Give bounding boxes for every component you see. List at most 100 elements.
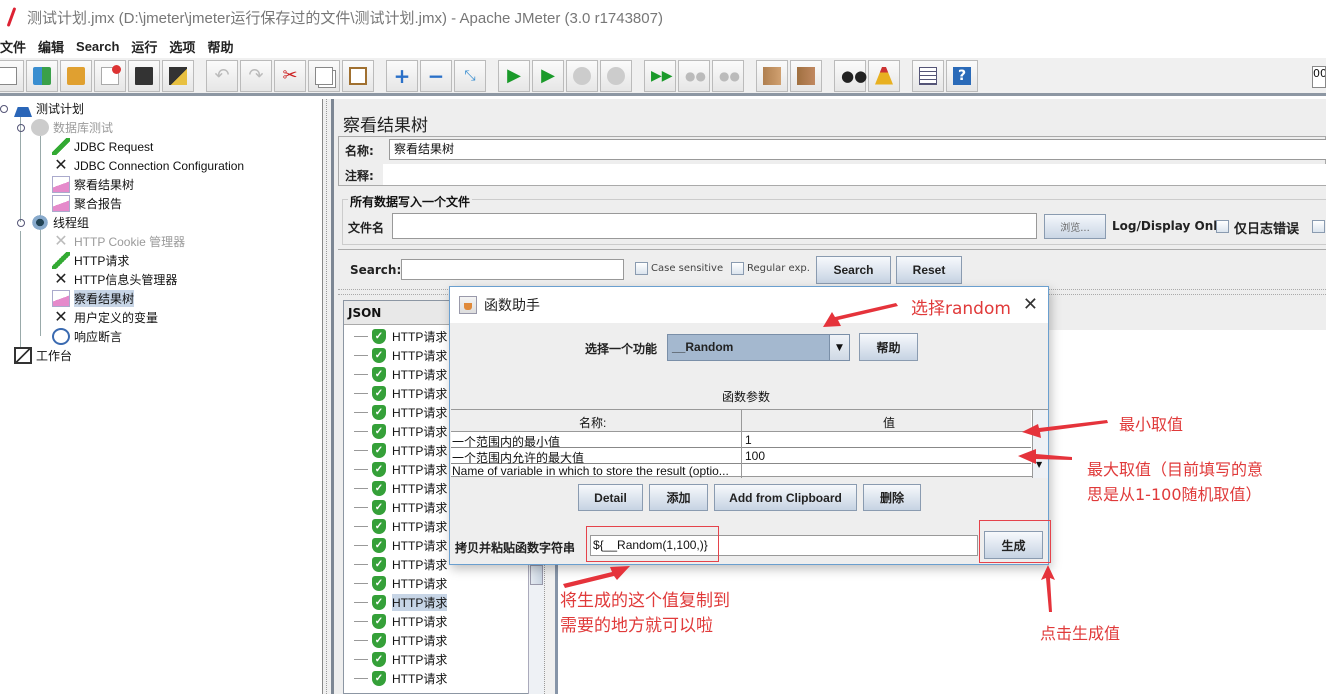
help-icon: ?: [953, 66, 971, 85]
param-value[interactable]: 100: [745, 449, 765, 463]
undo-button[interactable]: ↶: [206, 59, 238, 92]
delete-button[interactable]: 删除: [863, 484, 921, 511]
reset-button[interactable]: Reset: [896, 256, 962, 284]
function-helper-button[interactable]: [912, 59, 944, 92]
add-button[interactable]: 添加: [649, 484, 708, 511]
tree-item-view-results-tree[interactable]: 察看结果树: [52, 175, 134, 194]
tree-item-user-variables[interactable]: ✕ 用户定义的变量: [52, 308, 158, 327]
tree-item-cookie-manager[interactable]: ✕ HTTP Cookie 管理器: [52, 232, 185, 251]
redo-button[interactable]: ↷: [240, 59, 272, 92]
new-button[interactable]: [0, 59, 24, 92]
tree-item-aggregate-report[interactable]: 聚合报告: [52, 194, 122, 213]
result-item[interactable]: ✓ HTTP请求: [354, 669, 447, 688]
start-button[interactable]: ▶: [498, 59, 530, 92]
templates-button[interactable]: [26, 59, 58, 92]
menu-file[interactable]: 文件: [0, 37, 32, 56]
case-sensitive-checkbox[interactable]: [635, 262, 648, 275]
tree-item-jdbc-config[interactable]: ✕ JDBC Connection Configuration: [52, 156, 244, 175]
menu-edit[interactable]: 编辑: [32, 37, 70, 56]
result-item[interactable]: ✓ HTTP请求: [354, 612, 447, 631]
copy-button[interactable]: [308, 59, 340, 92]
regex-checkbox[interactable]: [731, 262, 744, 275]
result-item-label: HTTP请求: [392, 594, 448, 611]
tree-item-view-results-tree-selected[interactable]: 察看结果树: [52, 289, 135, 308]
close-button[interactable]: [94, 59, 126, 92]
start-no-pause-icon: ▶: [541, 64, 555, 86]
tree-item-http-request[interactable]: HTTP请求: [52, 251, 129, 270]
tree-item-header-manager[interactable]: ✕ HTTP信息头管理器: [52, 270, 177, 289]
browse-button[interactable]: 浏览...: [1044, 214, 1106, 239]
tree-item-test-plan[interactable]: 测试计划: [0, 99, 84, 118]
result-item[interactable]: ✓ HTTP请求: [354, 555, 447, 574]
tree-expand-handle[interactable]: [17, 123, 25, 132]
menu-help[interactable]: 帮助: [201, 37, 239, 56]
tree-item-response-assertion[interactable]: 响应断言: [52, 327, 122, 346]
result-item[interactable]: ✓ HTTP请求: [354, 517, 447, 536]
tree-expand-handle[interactable]: [0, 104, 8, 113]
param-value[interactable]: 1: [745, 433, 752, 447]
tree-expand-handle[interactable]: [17, 218, 25, 227]
result-item[interactable]: ✓ HTTP请求: [354, 498, 447, 517]
tree-item-thread-group[interactable]: 线程组: [17, 213, 89, 232]
result-item[interactable]: ✓ HTTP请求: [354, 403, 447, 422]
tree-item-jdbc-request[interactable]: JDBC Request: [52, 137, 153, 156]
toggle-button[interactable]: ⤡: [454, 59, 486, 92]
test-plan-tree[interactable]: 测试计划 数据库测试 JDBC Request ✕ JDBC Connectio…: [0, 99, 322, 694]
paste-button[interactable]: [342, 59, 374, 92]
result-item[interactable]: ✓ HTTP请求: [354, 346, 447, 365]
reset-search-button[interactable]: [868, 59, 900, 92]
dialog-close-button[interactable]: ✕: [1023, 294, 1038, 315]
params-scrollbar[interactable]: ▼: [1032, 410, 1048, 478]
remote-shutdown-button[interactable]: ●●: [712, 59, 744, 92]
result-item[interactable]: ✓ HTTP请求: [354, 460, 447, 479]
filename-input[interactable]: [392, 213, 1037, 239]
save-as-button[interactable]: [162, 59, 194, 92]
menu-run[interactable]: 运行: [125, 37, 163, 56]
result-item[interactable]: ✓ HTTP请求: [354, 650, 447, 669]
scroll-down-icon[interactable]: ▼: [1036, 460, 1042, 469]
result-item[interactable]: ✓ HTTP请求: [354, 536, 447, 555]
scrollbar-thumb[interactable]: [530, 565, 543, 585]
errors-only-checkbox[interactable]: [1216, 220, 1229, 233]
search-button-toolbar[interactable]: ●●: [834, 59, 867, 92]
result-item[interactable]: ✓ HTTP请求: [354, 422, 447, 441]
result-item[interactable]: ✓ HTTP请求: [354, 327, 447, 346]
clear-button[interactable]: [756, 59, 788, 92]
function-select[interactable]: __Random ▼: [667, 334, 850, 361]
remote-stop-button[interactable]: ●●: [678, 59, 710, 92]
add-from-clipboard-button[interactable]: Add from Clipboard: [714, 484, 857, 511]
stop-button[interactable]: [566, 59, 598, 92]
result-item[interactable]: ✓ HTTP请求: [354, 574, 447, 593]
search-input[interactable]: [401, 259, 624, 280]
results-detail-splitter[interactable]: [544, 555, 558, 694]
collapse-all-button[interactable]: −: [420, 59, 452, 92]
shutdown-button[interactable]: [600, 59, 632, 92]
chevron-down-icon[interactable]: ▼: [829, 335, 849, 360]
tree-item-db-test[interactable]: 数据库测试: [17, 118, 113, 137]
help-button-toolbar[interactable]: ?: [946, 59, 978, 92]
menu-search[interactable]: Search: [70, 39, 125, 54]
start-no-pause-button[interactable]: ▶: [532, 59, 564, 92]
successes-only-checkbox[interactable]: [1312, 220, 1325, 233]
save-button[interactable]: [128, 59, 160, 92]
result-item[interactable]: ✓ HTTP请求: [354, 365, 447, 384]
name-input[interactable]: 察看结果树: [389, 139, 1326, 160]
comment-input[interactable]: [383, 164, 1326, 185]
tree-item-workbench[interactable]: 工作台: [14, 346, 72, 365]
result-item[interactable]: ✓ HTTP请求: [354, 384, 447, 403]
result-item[interactable]: ✓ HTTP请求: [354, 593, 448, 612]
function-help-button[interactable]: 帮助: [859, 333, 918, 361]
result-item[interactable]: ✓ HTTP请求: [354, 441, 447, 460]
result-item[interactable]: ✓ HTTP请求: [354, 631, 447, 650]
remote-start-button[interactable]: ▶▶: [644, 59, 676, 92]
cut-button[interactable]: ✂: [274, 59, 306, 92]
left-splitter[interactable]: [322, 99, 334, 694]
results-scrollbar[interactable]: [528, 555, 544, 694]
clear-all-button[interactable]: [790, 59, 822, 92]
expand-all-button[interactable]: +: [386, 59, 418, 92]
detail-button[interactable]: Detail: [578, 484, 643, 511]
search-button[interactable]: Search: [816, 256, 891, 284]
open-button[interactable]: [60, 59, 92, 92]
result-item[interactable]: ✓ HTTP请求: [354, 479, 447, 498]
menu-options[interactable]: 选项: [163, 37, 201, 56]
